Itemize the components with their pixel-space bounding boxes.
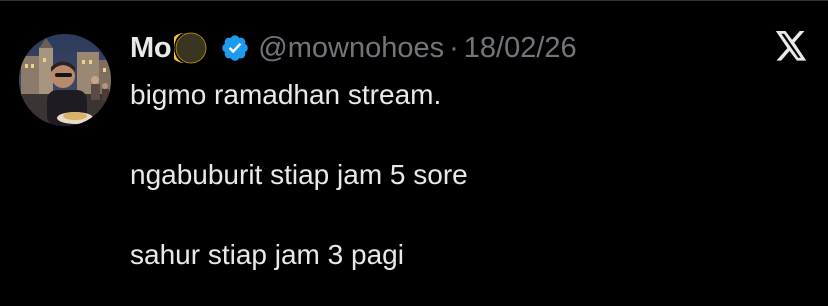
avatar[interactable] [19, 34, 111, 126]
x-logo-icon[interactable] [774, 31, 808, 62]
crescent-moon-icon [169, 31, 208, 65]
tweet-card[interactable]: Mo @mownohoes · 18/02/26 bigmo ramadhan … [0, 0, 828, 306]
tweet-line-2: ngabuburit stiap jam 5 sore [130, 159, 468, 190]
tweet-line-1: bigmo ramadhan stream. [130, 79, 442, 110]
tweet-date[interactable]: 18/02/26 [464, 32, 577, 65]
tweet-body: bigmo ramadhan stream. ngabuburit stiap … [130, 76, 790, 274]
tweet-line-3: sahur stiap jam 3 pagi [130, 239, 404, 270]
user-handle[interactable]: @mownohoes [258, 32, 444, 65]
tweet-header: Mo @mownohoes · 18/02/26 [130, 28, 577, 68]
avatar-photo [19, 34, 111, 126]
display-name[interactable]: Mo [130, 32, 172, 65]
verified-badge-icon[interactable] [220, 33, 250, 63]
separator-dot: · [449, 31, 459, 64]
